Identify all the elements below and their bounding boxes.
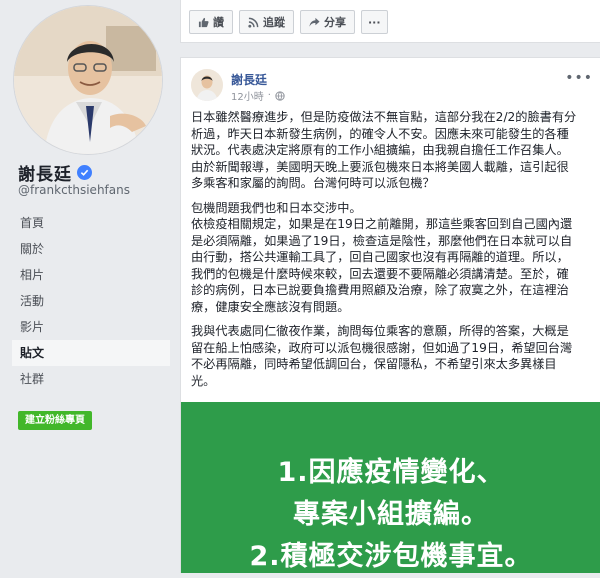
- nav-item-posts[interactable]: 貼文: [12, 340, 170, 366]
- more-dots-icon: ···: [368, 15, 381, 29]
- text-line: 析過，昨天日本新發生病例，的確令人不安。因應未來可能發生的各種: [191, 126, 569, 141]
- nav-item-events[interactable]: 活動: [12, 288, 170, 314]
- text-line: 診的病例，日本已說要負擔費用照顧及治療，除了寂寞之外，在這裡治: [191, 283, 569, 297]
- post-image[interactable]: 1.因應疫情變化、 專案小組擴編。 2.積極交涉包機事宜。: [181, 402, 600, 573]
- follow-button[interactable]: 追蹤: [239, 10, 294, 34]
- post-author-name[interactable]: 謝長廷: [231, 71, 267, 88]
- share-label: 分享: [324, 16, 346, 29]
- post-body: 日本雖然醫療進步，但是防疫做法不無盲點，這部分我在2/2的臉書有分 析過，昨天日…: [191, 109, 594, 397]
- author-photo: [191, 69, 223, 101]
- rss-follow-icon: [248, 17, 259, 28]
- globe-public-icon: [275, 90, 285, 101]
- profile-photo: [14, 6, 162, 154]
- post-author-avatar[interactable]: [191, 69, 223, 101]
- text-line: 留在船上怕感染，政府可以派包機很感謝，但如過了19日，希望回台灣: [191, 340, 573, 355]
- like-button[interactable]: 讚: [189, 10, 233, 34]
- image-text-line-1: 1.因應疫情變化、: [277, 457, 505, 488]
- page-sidebar: 謝長廷 @frankcthsiehfans 首頁 關於 相片 活動 影片 貼文 …: [0, 0, 170, 572]
- page-name-text: 謝長廷: [18, 165, 72, 185]
- thumbs-up-icon: [198, 17, 209, 27]
- text-line: 由於新聞報導，美國明天晚上要派包機來日本將美國人載離，這引起很: [191, 159, 569, 174]
- text-line: 多乘客和家屬的詢問。台灣何時可以派包機？: [191, 176, 435, 190]
- text-line: 日本雖然醫療進步，但是防疫做法不無盲點，這部分我在2/2的臉書有分: [191, 110, 577, 124]
- more-options-button[interactable]: ···: [361, 10, 388, 34]
- text-line: 不必再隔離，同時希望低調回台，保留隱私，不希望引來太多異樣目: [191, 357, 557, 371]
- nav-item-photos[interactable]: 相片: [12, 262, 170, 288]
- nav-item-home[interactable]: 首頁: [12, 210, 170, 236]
- text-line: 我們的包機是什麼時候來較，回去還要不要隔離必須講清楚。至於，確: [191, 266, 569, 281]
- nav-item-community[interactable]: 社群: [12, 366, 170, 392]
- page-handle[interactable]: @frankcthsiehfans: [18, 183, 130, 197]
- post-meta: 12小時 ·: [231, 88, 285, 103]
- text-line: 光。: [191, 373, 216, 388]
- text-line: 是必須隔離，如果過了19日，檢查這是陰性，那麼他們在日本就可以自: [191, 233, 573, 248]
- post-timestamp[interactable]: 12小時: [231, 88, 264, 103]
- profile-picture[interactable]: [14, 6, 162, 154]
- image-text-line-2: 專案小組擴編。: [293, 499, 489, 530]
- post-paragraph-3: 我與代表處同仁徹夜作業，詢問每位乘客的意願，所得的答案，大概是 留在船上怕感染，…: [191, 323, 594, 389]
- like-label: 讚: [213, 16, 224, 29]
- follow-label: 追蹤: [263, 16, 285, 29]
- text-line: 由行動，搭公共運輸工具了，回自己國家也沒有再隔離的道理。所以，: [191, 250, 569, 264]
- nav-item-about[interactable]: 關於: [12, 236, 170, 262]
- text-line: 我與代表處同仁徹夜作業，詢問每位乘客的意願，所得的答案，大概是: [191, 324, 569, 338]
- create-page-button[interactable]: 建立粉絲專頁: [18, 411, 92, 430]
- text-line: 包機問題我們也和日本交涉中。: [191, 200, 362, 215]
- separator-dot: ·: [267, 90, 271, 101]
- text-line: 狀況。代表處決定將原有的工作小組擴編，由我親自擔任工作召集人。: [191, 143, 569, 157]
- nav-item-videos[interactable]: 影片: [12, 314, 170, 340]
- page-nav: 首頁 關於 相片 活動 影片 貼文 社群: [12, 210, 170, 392]
- post-image-text: 1.因應疫情變化、 專案小組擴編。 2.積極交涉包機事宜。: [181, 452, 600, 578]
- post-card: 謝長廷 12小時 · ••• 日本雖然醫療進步，但是防疫做法不無盲點，這部分我在…: [180, 57, 600, 573]
- post-options-icon[interactable]: •••: [565, 70, 593, 86]
- post-paragraph-2: 包機問題我們也和日本交涉中。 依檢疫相關規定，如果是在19日之前離開，那這些乘客…: [191, 200, 594, 316]
- page-name[interactable]: 謝長廷: [18, 160, 92, 185]
- share-arrow-icon: [309, 17, 320, 27]
- text-line: 療，健康安全應該沒有問題。: [191, 299, 350, 314]
- page-actions-bar: 讚 追蹤 分享 ···: [180, 0, 600, 43]
- post-paragraph-1: 日本雖然醫療進步，但是防疫做法不無盲點，這部分我在2/2的臉書有分 析過，昨天日…: [191, 109, 594, 192]
- text-line: 依檢疫相關規定，如果是在19日之前離開，那這些乘客回到自己國內還: [191, 217, 573, 231]
- verified-badge-icon: [77, 165, 92, 180]
- share-button[interactable]: 分享: [300, 10, 355, 34]
